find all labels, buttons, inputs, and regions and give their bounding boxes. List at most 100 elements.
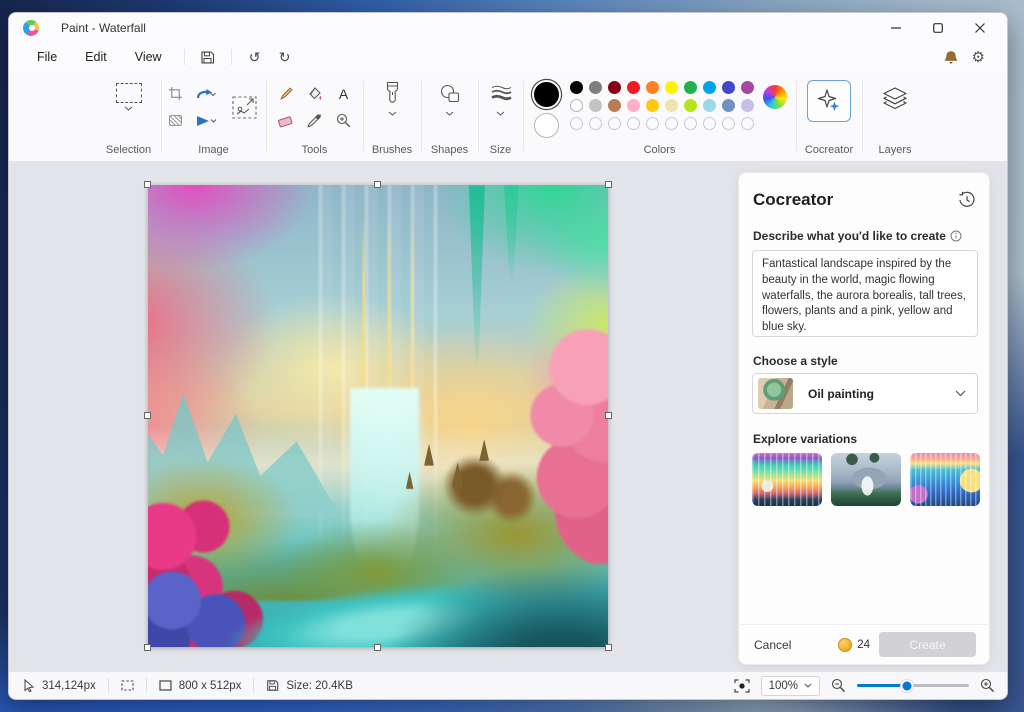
- pencil-tool-button[interactable]: [278, 86, 294, 102]
- style-dropdown[interactable]: Oil painting: [752, 373, 978, 414]
- empty-color-slot[interactable]: [703, 117, 716, 130]
- color-swatch[interactable]: [722, 99, 735, 112]
- empty-color-slot[interactable]: [646, 117, 659, 130]
- selection-handle-n[interactable]: [374, 181, 381, 188]
- close-button[interactable]: [959, 14, 1001, 42]
- color-swatch[interactable]: [608, 81, 621, 94]
- cancel-button[interactable]: Cancel: [752, 634, 793, 656]
- canvas-size-icon: [159, 680, 172, 691]
- empty-color-slot[interactable]: [627, 117, 640, 130]
- notification-bell-icon[interactable]: [944, 50, 958, 65]
- canvas[interactable]: [148, 185, 608, 647]
- empty-color-slot[interactable]: [608, 117, 621, 130]
- color-swatch[interactable]: [627, 81, 640, 94]
- selection-handle-ne[interactable]: [605, 181, 612, 188]
- menu-view[interactable]: View: [121, 47, 176, 67]
- color-swatch[interactable]: [741, 81, 754, 94]
- resize-button[interactable]: [232, 96, 257, 119]
- menu-file[interactable]: File: [23, 47, 71, 67]
- color-swatch[interactable]: [684, 81, 697, 94]
- color-swatch[interactable]: [608, 99, 621, 112]
- maximize-icon: [933, 23, 943, 33]
- redo-button[interactable]: ↻: [270, 46, 300, 68]
- zoom-slider-thumb[interactable]: [901, 679, 914, 692]
- chevron-down-icon[interactable]: [388, 111, 397, 116]
- zoom-slider-fill: [857, 684, 907, 687]
- selection-tool-button[interactable]: [116, 78, 142, 103]
- brushes-button[interactable]: [385, 78, 400, 108]
- file-size-value: Size: 20.4KB: [286, 680, 352, 692]
- undo-button[interactable]: ↺: [240, 46, 270, 68]
- variation-thumbnail-2[interactable]: [831, 453, 901, 506]
- color-swatch[interactable]: [570, 81, 583, 94]
- color-swatch[interactable]: [703, 99, 716, 112]
- edit-colors-wheel-button[interactable]: [763, 85, 787, 109]
- color-picker-button[interactable]: [307, 113, 322, 128]
- color-swatch[interactable]: [722, 81, 735, 94]
- size-group-label: Size: [478, 144, 523, 156]
- cocreator-button[interactable]: [807, 80, 851, 122]
- shapes-button[interactable]: [439, 78, 460, 108]
- color-swatch[interactable]: [627, 99, 640, 112]
- cocreator-panel-title: Cocreator: [753, 190, 833, 210]
- brush-icon: [385, 81, 400, 105]
- info-icon[interactable]: [950, 230, 962, 242]
- color-swatch[interactable]: [589, 81, 602, 94]
- crop-button[interactable]: [168, 86, 183, 101]
- color-swatch[interactable]: [665, 99, 678, 112]
- color-swatch[interactable]: [665, 81, 678, 94]
- swatch-row-3: [570, 117, 754, 130]
- magnifier-tool-button[interactable]: [336, 113, 351, 128]
- chevron-down-icon: [955, 390, 966, 397]
- canvas-image-waterfall-landscape[interactable]: [148, 185, 608, 647]
- selection-handle-se[interactable]: [605, 644, 612, 651]
- empty-color-slot[interactable]: [589, 117, 602, 130]
- menu-edit[interactable]: Edit: [71, 47, 121, 67]
- pattern-selection-button[interactable]: [169, 115, 182, 126]
- empty-color-slot[interactable]: [665, 117, 678, 130]
- color-swatch[interactable]: [703, 81, 716, 94]
- background-color-swatch[interactable]: [534, 113, 559, 138]
- variation-thumbnail-1[interactable]: [752, 453, 822, 506]
- maximize-button[interactable]: [917, 14, 959, 42]
- fill-tool-button[interactable]: [307, 86, 323, 102]
- color-swatch[interactable]: [646, 99, 659, 112]
- settings-gear-icon[interactable]: ⚙: [972, 50, 985, 65]
- color-swatch[interactable]: [646, 81, 659, 94]
- eraser-tool-button[interactable]: [277, 114, 294, 128]
- empty-color-slot[interactable]: [722, 117, 735, 130]
- zoom-level-dropdown[interactable]: 100%: [761, 676, 820, 696]
- color-swatch[interactable]: [589, 99, 602, 112]
- color-swatch[interactable]: [684, 99, 697, 112]
- color-swatch[interactable]: [570, 99, 583, 112]
- save-button[interactable]: [193, 46, 223, 68]
- size-button[interactable]: [490, 78, 512, 108]
- empty-color-slot[interactable]: [741, 117, 754, 130]
- chevron-down-icon[interactable]: [445, 111, 454, 116]
- create-button[interactable]: Create: [879, 632, 976, 657]
- selection-handle-nw[interactable]: [144, 181, 151, 188]
- minimize-button[interactable]: [875, 14, 917, 42]
- zoom-slider[interactable]: [857, 684, 969, 687]
- zoom-out-button[interactable]: [831, 678, 846, 693]
- history-button[interactable]: [958, 191, 976, 214]
- selection-handle-s[interactable]: [374, 644, 381, 651]
- fit-to-screen-button[interactable]: [734, 679, 750, 693]
- color-swatch[interactable]: [741, 99, 754, 112]
- empty-color-slot[interactable]: [684, 117, 697, 130]
- layers-button[interactable]: [882, 86, 908, 110]
- foreground-color-swatch[interactable]: [532, 80, 561, 109]
- zoom-in-button[interactable]: [980, 678, 995, 693]
- variation-thumbnail-3[interactable]: [910, 453, 980, 506]
- text-tool-button[interactable]: A: [339, 86, 348, 102]
- rotate-button[interactable]: [196, 87, 218, 101]
- flip-button[interactable]: [196, 115, 218, 127]
- chevron-down-icon[interactable]: [496, 111, 505, 116]
- selection-handle-w[interactable]: [144, 412, 151, 419]
- chevron-down-icon[interactable]: [124, 106, 133, 111]
- empty-color-slot[interactable]: [570, 117, 583, 130]
- sparkles-icon: [816, 88, 842, 114]
- prompt-textarea[interactable]: Fantastical landscape inspired by the be…: [752, 250, 978, 337]
- selection-handle-e[interactable]: [605, 412, 612, 419]
- selection-handle-sw[interactable]: [144, 644, 151, 651]
